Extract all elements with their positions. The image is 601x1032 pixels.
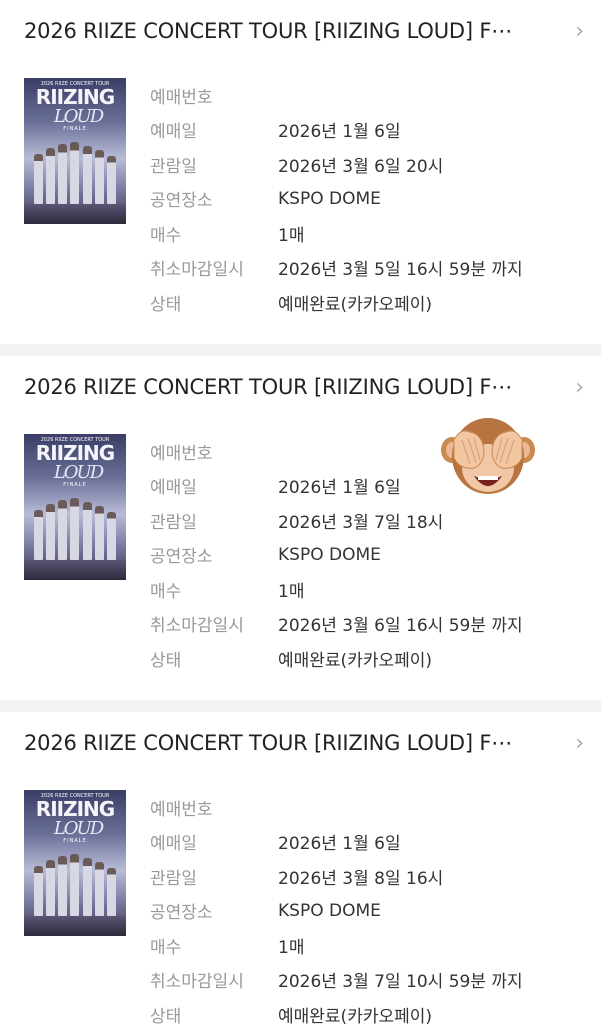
ticket-title: 2026 RIIZE CONCERT TOUR [RIIZING LOUD] F… bbox=[24, 375, 512, 399]
detail-value: KSPO DOME bbox=[278, 900, 381, 921]
ticket-card[interactable]: 2026 RIIZE CONCERT TOUR [RIIZING LOUD] F… bbox=[0, 0, 601, 344]
detail-value: 예매완료(카카오페이) bbox=[278, 650, 433, 671]
detail-value: KSPO DOME bbox=[278, 188, 381, 209]
detail-row-quantity: 매수 1매 bbox=[150, 572, 590, 607]
detail-row-venue: 공연장소 KSPO DOME bbox=[150, 182, 590, 217]
detail-label: 취소마감일시 bbox=[150, 616, 244, 637]
detail-row-status: 상태 예매완료(카카오페이) bbox=[150, 997, 590, 1032]
chevron-right-icon[interactable]: › bbox=[564, 19, 584, 44]
ticket-detail-list: 예매번호 예매일 2026년 1월 6일 관람일 2026년 3월 8일 16시 공… bbox=[150, 790, 590, 1032]
detail-label: 매수 bbox=[150, 937, 182, 958]
detail-label: 상태 bbox=[150, 650, 182, 671]
detail-value: KSPO DOME bbox=[278, 544, 381, 565]
chevron-right-icon[interactable]: › bbox=[564, 731, 584, 756]
detail-label: 매수 bbox=[150, 581, 182, 602]
poster-subtitle: FINALE bbox=[63, 482, 87, 488]
detail-label: 매수 bbox=[150, 225, 182, 246]
detail-row-booking-date: 예매일 2026년 1월 6일 bbox=[150, 113, 590, 148]
ticket-poster-image: 2026 RIIZE CONCERT TOUR RIIZING LOUD FIN… bbox=[24, 434, 126, 580]
detail-label: 예매번호 bbox=[150, 799, 213, 820]
detail-value: 1매 bbox=[278, 225, 305, 246]
see-no-evil-monkey-icon bbox=[440, 410, 536, 506]
poster-subtitle: FINALE bbox=[63, 838, 87, 844]
detail-label: 상태 bbox=[150, 294, 182, 315]
detail-row-venue: 공연장소 KSPO DOME bbox=[150, 538, 590, 573]
detail-row-booking-date: 예매일 2026년 1월 6일 bbox=[150, 825, 590, 860]
detail-row-venue: 공연장소 KSPO DOME bbox=[150, 894, 590, 929]
detail-row-quantity: 매수 1매 bbox=[150, 928, 590, 963]
detail-row-show-date: 관람일 2026년 3월 6일 20시 bbox=[150, 147, 590, 182]
detail-value: 2026년 3월 6일 20시 bbox=[278, 156, 444, 177]
detail-value: 1매 bbox=[278, 937, 305, 958]
detail-value: 예매완료(카카오페이) bbox=[278, 294, 433, 315]
detail-value: 예매완료(카카오페이) bbox=[278, 1006, 433, 1027]
detail-label: 공연장소 bbox=[150, 903, 213, 924]
ticket-title: 2026 RIIZE CONCERT TOUR [RIIZING LOUD] F… bbox=[24, 19, 512, 43]
detail-value: 2026년 3월 7일 10시 59분 까지 bbox=[278, 972, 523, 993]
detail-label: 공연장소 bbox=[150, 191, 213, 212]
ticket-card[interactable]: 2026 RIIZE CONCERT TOUR [RIIZING LOUD] F… bbox=[0, 712, 601, 1027]
detail-label: 예매일 bbox=[150, 478, 197, 499]
ticket-poster-image: 2026 RIIZE CONCERT TOUR RIIZING LOUD FIN… bbox=[24, 790, 126, 936]
ticket-title-row[interactable]: 2026 RIIZE CONCERT TOUR [RIIZING LOUD] F… bbox=[24, 370, 584, 404]
detail-row-booking-number: 예매번호 bbox=[150, 78, 590, 113]
poster-subtitle: FINALE bbox=[63, 126, 87, 132]
detail-row-cancel-deadline: 취소마감일시 2026년 3월 5일 16시 59분 까지 bbox=[150, 251, 590, 286]
detail-label: 관람일 bbox=[150, 512, 197, 533]
detail-row-status: 상태 예매완료(카카오페이) bbox=[150, 285, 590, 320]
detail-value: 2026년 1월 6일 bbox=[278, 478, 401, 499]
detail-label: 예매일 bbox=[150, 122, 197, 143]
detail-row-cancel-deadline: 취소마감일시 2026년 3월 7일 10시 59분 까지 bbox=[150, 963, 590, 998]
detail-row-show-date: 관람일 2026년 3월 8일 16시 bbox=[150, 859, 590, 894]
detail-label: 취소마감일시 bbox=[150, 260, 244, 281]
detail-row-status: 상태 예매완료(카카오페이) bbox=[150, 641, 590, 676]
poster-script: LOUD bbox=[53, 106, 104, 127]
chevron-right-icon[interactable]: › bbox=[564, 375, 584, 400]
ticket-detail-list: 예매번호 예매일 2026년 1월 6일 관람일 2026년 3월 6일 20시 공… bbox=[150, 78, 590, 320]
detail-value: 2026년 3월 6일 16시 59분 까지 bbox=[278, 616, 523, 637]
detail-row-quantity: 매수 1매 bbox=[150, 216, 590, 251]
detail-value: 1매 bbox=[278, 581, 305, 602]
ticket-title-row[interactable]: 2026 RIIZE CONCERT TOUR [RIIZING LOUD] F… bbox=[24, 14, 584, 48]
detail-row-show-date: 관람일 2026년 3월 7일 18시 bbox=[150, 503, 590, 538]
ticket-title: 2026 RIIZE CONCERT TOUR [RIIZING LOUD] F… bbox=[24, 731, 512, 755]
detail-label: 예매번호 bbox=[150, 87, 213, 108]
poster-script: LOUD bbox=[53, 462, 104, 483]
detail-row-booking-number: 예매번호 bbox=[150, 790, 590, 825]
poster-script: LOUD bbox=[53, 818, 104, 839]
detail-value: 2026년 3월 8일 16시 bbox=[278, 868, 444, 889]
detail-value: 2026년 1월 6일 bbox=[278, 834, 401, 855]
detail-value: 2026년 3월 5일 16시 59분 까지 bbox=[278, 260, 523, 281]
ticket-title-row[interactable]: 2026 RIIZE CONCERT TOUR [RIIZING LOUD] F… bbox=[24, 726, 584, 760]
detail-label: 공연장소 bbox=[150, 547, 213, 568]
detail-label: 예매일 bbox=[150, 834, 197, 855]
detail-row-cancel-deadline: 취소마감일시 2026년 3월 6일 16시 59분 까지 bbox=[150, 607, 590, 642]
detail-value: 2026년 3월 7일 18시 bbox=[278, 512, 444, 533]
ticket-poster-image: 2026 RIIZE CONCERT TOUR RIIZING LOUD FIN… bbox=[24, 78, 126, 224]
detail-label: 관람일 bbox=[150, 156, 197, 177]
detail-value: 2026년 1월 6일 bbox=[278, 122, 401, 143]
detail-label: 관람일 bbox=[150, 868, 197, 889]
detail-label: 상태 bbox=[150, 1006, 182, 1027]
detail-label: 예매번호 bbox=[150, 443, 213, 464]
ticket-card[interactable]: 2026 RIIZE CONCERT TOUR [RIIZING LOUD] F… bbox=[0, 356, 601, 700]
detail-label: 취소마감일시 bbox=[150, 972, 244, 993]
